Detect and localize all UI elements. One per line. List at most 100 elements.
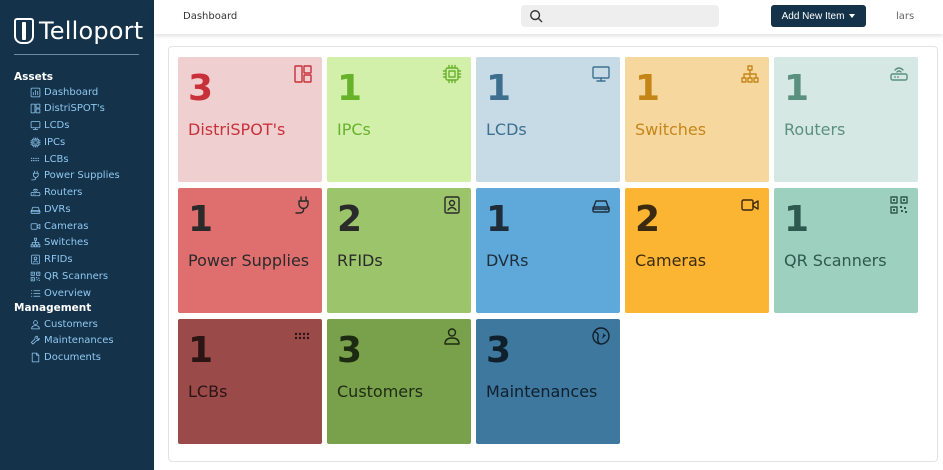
- monitor-icon: [592, 66, 610, 82]
- sidebar-item-documents[interactable]: Documents: [30, 351, 101, 365]
- card-distrispot-s[interactable]: 3 DistriSPOT's: [178, 57, 322, 182]
- sidebar-item-label: LCDs: [44, 120, 70, 131]
- topbar: Dashboard Add New Item lars: [154, 0, 943, 34]
- sidebar-item-dashboard[interactable]: Dashboard: [30, 85, 98, 99]
- card-lcds[interactable]: 1 LCDs: [476, 57, 620, 182]
- sidebar-item-ipcs[interactable]: IPCs: [30, 135, 65, 149]
- dashboard-icon: [30, 87, 41, 97]
- card-label: Customers: [337, 382, 424, 401]
- layout-icon: [294, 65, 312, 83]
- camera-icon: [741, 199, 759, 211]
- sidebar-item-switches[interactable]: Switches: [30, 236, 88, 250]
- wrench-icon: [30, 335, 40, 345]
- card-count: 1: [784, 199, 810, 240]
- sidebar-item-label: Power Supplies: [44, 170, 120, 182]
- sidebar-item-lcds[interactable]: LCDs: [30, 119, 69, 133]
- camera-icon: [30, 222, 41, 230]
- router-icon: [890, 67, 908, 81]
- card-label: IPCs: [337, 120, 371, 139]
- sidebar: Telloport Assets Dashboard DistriSPOT's LC…: [0, 0, 154, 470]
- sidebar-item-maintenances[interactable]: Maintenances: [30, 334, 114, 348]
- sidebar-item-rfids[interactable]: RFIDs: [30, 253, 73, 267]
- sidebar-item-label: LCBs: [44, 153, 69, 165]
- card-label: DistriSPOT's: [188, 120, 286, 139]
- card-customers[interactable]: 3 Customers: [327, 319, 471, 444]
- sidebar-item-power-supplies[interactable]: Power Supplies: [30, 169, 120, 183]
- card-count: 2: [337, 199, 363, 240]
- sidebar-item-qr-scanners[interactable]: QR Scanners: [30, 269, 108, 283]
- sidebar-item-label: RFIDs: [44, 254, 73, 265]
- sidebar-item-label: Documents: [44, 352, 102, 363]
- card-count: 3: [337, 330, 363, 371]
- card-label: Maintenances: [486, 382, 598, 401]
- sidebar-item-label: QR Scanners: [44, 270, 109, 282]
- monitor-icon: [30, 121, 41, 130]
- card-label: QR Scanners: [784, 251, 887, 270]
- sidebar-item-label: Overview: [44, 287, 92, 299]
- network-icon: [30, 237, 41, 248]
- badge-icon: [444, 196, 460, 214]
- card-count: 3: [486, 330, 512, 371]
- user-menu[interactable]: lars: [896, 11, 914, 22]
- sidebar-item-customers[interactable]: Customers: [30, 317, 98, 331]
- sidebar-item-label: DistriSPOT's: [44, 103, 105, 115]
- card-label: Power Supplies: [188, 251, 310, 270]
- card-label: DVRs: [486, 251, 529, 270]
- list-icon: [31, 289, 41, 297]
- network-icon: [741, 65, 759, 83]
- card-label: LCDs: [486, 120, 527, 139]
- card-dvrs[interactable]: 1 DVRs: [476, 188, 620, 313]
- sidebar-item-cameras[interactable]: Cameras: [30, 219, 88, 233]
- card-maintenances[interactable]: 3 Maintenances: [476, 319, 620, 444]
- sidebar-item-label: Dashboard: [44, 86, 99, 98]
- card-count: 1: [486, 68, 512, 109]
- card-ipcs[interactable]: 1 IPCs: [327, 57, 471, 182]
- layout-icon: [30, 103, 41, 114]
- router-icon: [30, 188, 41, 197]
- qr-icon: [30, 271, 41, 282]
- person-icon: [444, 328, 460, 345]
- dots-icon: [294, 332, 310, 340]
- sidebar-item-label: Customers: [44, 318, 98, 330]
- card-count: 1: [188, 330, 214, 371]
- cpu-icon: [30, 137, 41, 148]
- badge-icon: [31, 254, 40, 265]
- plug-icon: [31, 170, 39, 181]
- hdd-icon: [30, 206, 41, 214]
- sidebar-item-overview[interactable]: Overview: [30, 286, 91, 300]
- card-count: 3: [188, 68, 214, 109]
- sidebar-item-lcbs[interactable]: LCBs: [30, 152, 69, 166]
- card-count: 1: [486, 199, 512, 240]
- caret-down-icon: [849, 14, 856, 18]
- logo-mark-icon: [14, 18, 34, 44]
- cpu-icon: [442, 64, 462, 84]
- card-label: Switches: [635, 120, 707, 139]
- sidebar-item-label: Maintenances: [44, 335, 114, 347]
- brand-logo[interactable]: Telloport: [14, 14, 143, 48]
- add-new-item-label: Add New Item: [781, 10, 845, 22]
- plug-icon: [295, 196, 309, 214]
- person-icon: [31, 319, 40, 329]
- card-lcbs[interactable]: 1 LCBs: [178, 319, 322, 444]
- breadcrumb[interactable]: Dashboard: [183, 11, 237, 22]
- card-routers[interactable]: 1 Routers: [774, 57, 918, 182]
- sidebar-item-distrispot-s[interactable]: DistriSPOT's: [30, 102, 105, 116]
- globe-wrench-icon: [592, 327, 610, 345]
- card-switches[interactable]: 1 Switches: [625, 57, 769, 182]
- add-new-item-button[interactable]: Add New Item: [771, 5, 866, 27]
- card-rfids[interactable]: 2 RFIDs: [327, 188, 471, 313]
- card-count: 1: [337, 68, 363, 109]
- search-input[interactable]: [521, 5, 719, 27]
- card-power-supplies[interactable]: 1 Power Supplies: [178, 188, 322, 313]
- file-icon: [31, 352, 40, 363]
- hdd-icon: [592, 200, 610, 213]
- card-count: 1: [635, 68, 661, 109]
- card-cameras[interactable]: 2 Cameras: [625, 188, 769, 313]
- sidebar-item-dvrs[interactable]: DVRs: [30, 202, 71, 216]
- card-qr-scanners[interactable]: 1 QR Scanners: [774, 188, 918, 313]
- sidebar-item-label: IPCs: [44, 136, 66, 148]
- sidebar-item-routers[interactable]: Routers: [30, 186, 82, 200]
- section-title-assets: Assets: [14, 71, 54, 83]
- card-count: 2: [635, 199, 661, 240]
- search-icon: [530, 10, 543, 23]
